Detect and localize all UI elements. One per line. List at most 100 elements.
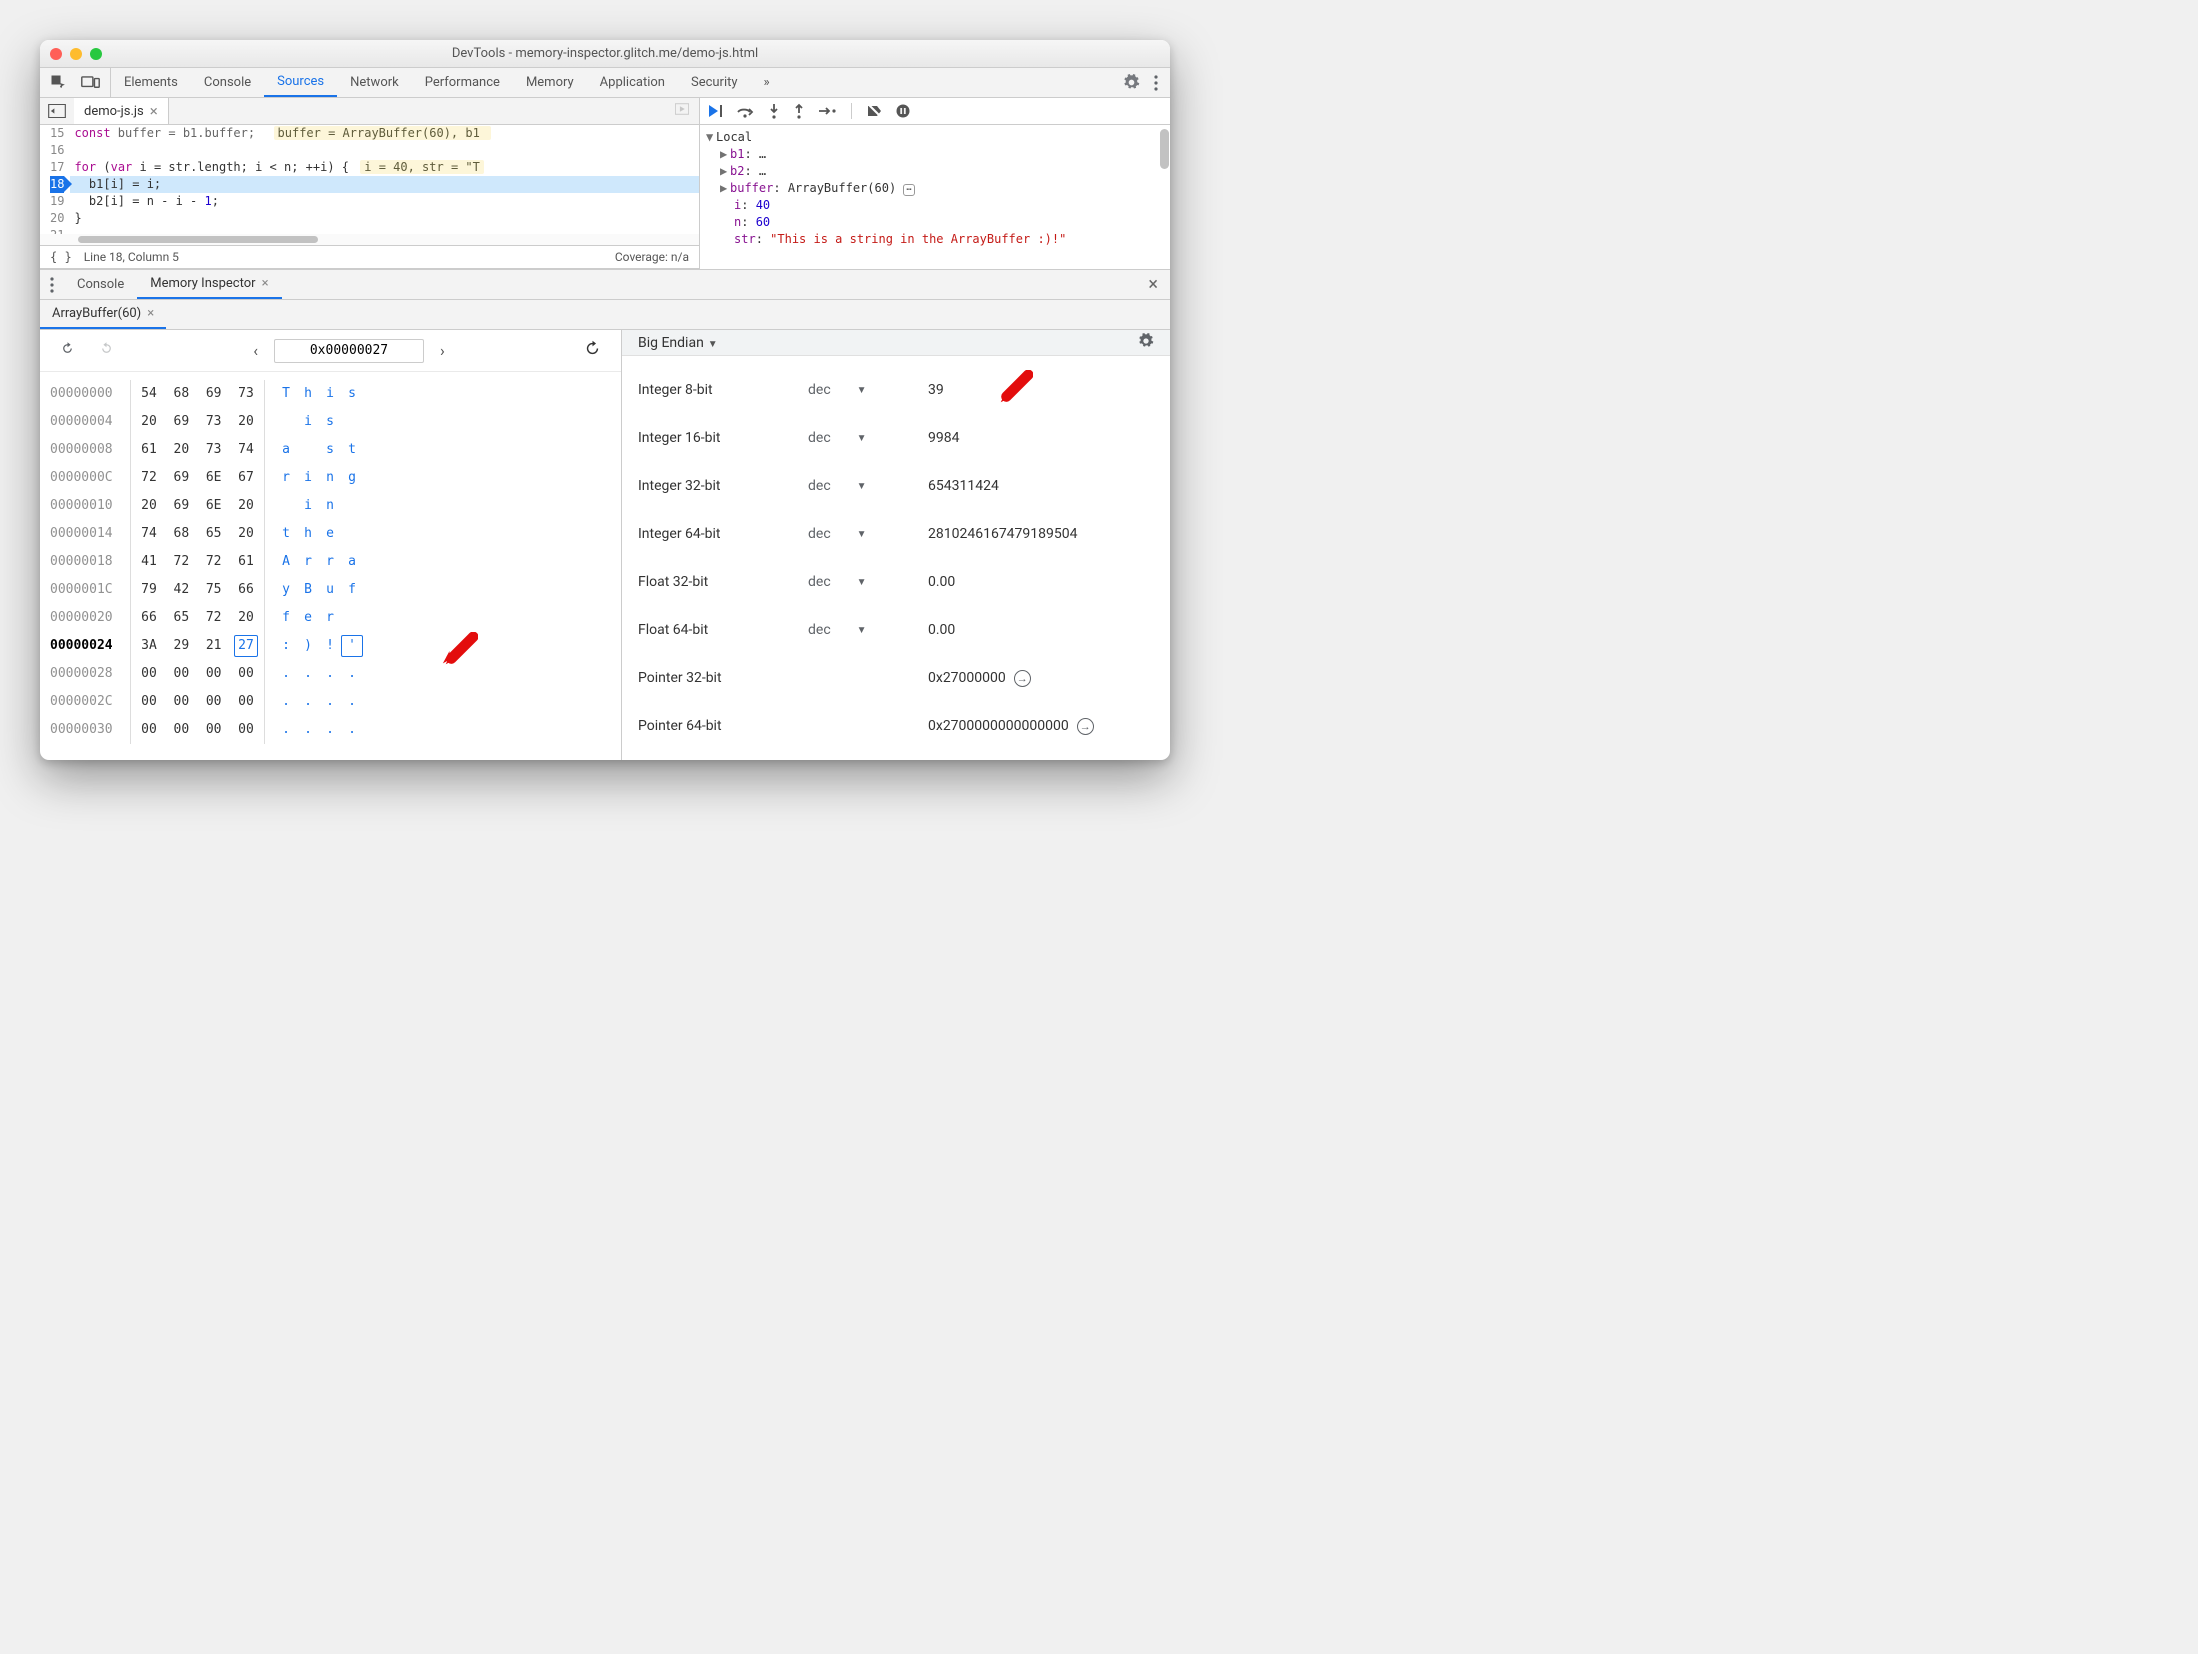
hex-offset[interactable]: 00000008 <box>50 436 130 464</box>
step-over-button[interactable] <box>737 104 755 118</box>
hex-offset[interactable]: 0000002C <box>50 688 130 716</box>
hex-ascii[interactable]: i <box>297 464 319 492</box>
hex-ascii[interactable]: . <box>341 660 363 688</box>
hex-ascii[interactable] <box>341 604 363 632</box>
hex-ascii[interactable]: n <box>319 464 341 492</box>
hex-byte[interactable]: 00 <box>137 716 161 744</box>
close-tab-icon[interactable]: × <box>147 306 154 321</box>
hex-byte[interactable]: 72 <box>202 604 226 632</box>
hex-ascii[interactable] <box>341 408 363 436</box>
hex-ascii[interactable] <box>297 436 319 464</box>
hex-byte[interactable]: 73 <box>202 408 226 436</box>
hex-byte[interactable]: 68 <box>169 380 193 408</box>
hex-byte[interactable]: 00 <box>169 660 193 688</box>
hex-byte[interactable]: 6E <box>202 492 226 520</box>
hex-byte[interactable]: 00 <box>202 716 226 744</box>
hex-offset[interactable]: 00000024 <box>50 632 130 660</box>
kebab-menu-icon[interactable] <box>1154 75 1158 91</box>
hex-ascii[interactable]: B <box>297 576 319 604</box>
hex-ascii[interactable]: a <box>275 436 297 464</box>
hex-ascii[interactable]: . <box>275 688 297 716</box>
value-repr-select[interactable]: dec▼ <box>808 526 928 542</box>
address-next-icon[interactable]: › <box>432 337 453 364</box>
hex-ascii[interactable] <box>341 520 363 548</box>
hex-ascii[interactable]: e <box>319 520 341 548</box>
hex-ascii[interactable]: f <box>341 576 363 604</box>
refresh-icon[interactable] <box>576 336 609 365</box>
hex-ascii[interactable]: y <box>275 576 297 604</box>
hex-ascii[interactable]: : <box>275 632 297 660</box>
tabs-overflow[interactable]: » <box>751 68 783 97</box>
line-number[interactable]: 19 <box>50 193 64 210</box>
tab-console[interactable]: Console <box>191 68 264 97</box>
hex-offset[interactable]: 00000020 <box>50 604 130 632</box>
hex-ascii[interactable]: . <box>275 716 297 744</box>
hex-offset[interactable]: 00000000 <box>50 380 130 408</box>
source-tab-demo-js[interactable]: demo-js.js × <box>74 98 169 124</box>
device-toolbar-icon[interactable] <box>81 75 100 90</box>
line-number[interactable]: 16 <box>50 142 64 159</box>
hex-byte[interactable]: 00 <box>202 660 226 688</box>
hex-byte[interactable]: 65 <box>169 604 193 632</box>
hex-offset[interactable]: 00000014 <box>50 520 130 548</box>
hex-ascii[interactable]: a <box>341 548 363 576</box>
pretty-print-icon[interactable]: { } <box>50 250 72 264</box>
line-number[interactable]: 20 <box>50 210 64 227</box>
hex-ascii[interactable]: i <box>319 380 341 408</box>
hex-byte[interactable]: 69 <box>169 464 193 492</box>
hex-ascii[interactable]: . <box>319 716 341 744</box>
step-out-button[interactable] <box>793 103 805 119</box>
hex-byte[interactable]: 20 <box>234 520 258 548</box>
hex-ascii[interactable]: s <box>319 436 341 464</box>
hex-byte[interactable]: 41 <box>137 548 161 576</box>
hex-byte[interactable]: 72 <box>137 464 161 492</box>
line-number[interactable]: 15 <box>50 125 64 142</box>
hex-byte[interactable]: 21 <box>202 632 226 660</box>
step-into-button[interactable] <box>768 103 780 119</box>
drawer-tab-memory-inspector[interactable]: Memory Inspector× <box>137 270 281 299</box>
hex-ascii[interactable]: n <box>319 492 341 520</box>
hex-offset[interactable]: 00000010 <box>50 492 130 520</box>
hex-ascii[interactable]: . <box>297 660 319 688</box>
hex-byte[interactable]: 74 <box>234 436 258 464</box>
hex-byte[interactable]: 65 <box>202 520 226 548</box>
deactivate-breakpoints-button[interactable] <box>867 104 883 118</box>
tab-sources[interactable]: Sources <box>264 68 337 97</box>
pause-on-exceptions-button[interactable] <box>896 104 910 118</box>
value-repr-select[interactable]: dec▼ <box>808 382 928 398</box>
hex-ascii[interactable]: . <box>341 688 363 716</box>
hex-ascii[interactable]: i <box>297 408 319 436</box>
hex-byte[interactable]: 66 <box>234 576 258 604</box>
hex-ascii[interactable]: r <box>319 604 341 632</box>
hex-byte[interactable]: 61 <box>137 436 161 464</box>
hex-offset[interactable]: 00000028 <box>50 660 130 688</box>
hex-ascii[interactable] <box>341 492 363 520</box>
hex-byte[interactable]: 42 <box>169 576 193 604</box>
hex-byte[interactable]: 00 <box>169 716 193 744</box>
close-tab-icon[interactable]: × <box>150 102 158 120</box>
tab-application[interactable]: Application <box>587 68 678 97</box>
drawer-tab-console[interactable]: Console <box>64 270 137 299</box>
drawer-close-icon[interactable]: × <box>1136 270 1170 299</box>
hex-byte[interactable]: 29 <box>169 632 193 660</box>
hex-ascii[interactable] <box>275 492 297 520</box>
hex-ascii[interactable]: r <box>275 464 297 492</box>
hex-byte[interactable]: 6E <box>202 464 226 492</box>
hex-byte[interactable]: 00 <box>234 660 258 688</box>
address-prev-icon[interactable]: ‹ <box>245 337 266 364</box>
hex-ascii[interactable]: u <box>319 576 341 604</box>
hex-byte[interactable]: 20 <box>169 436 193 464</box>
hex-byte[interactable]: 20 <box>234 492 258 520</box>
hex-ascii[interactable]: g <box>341 464 363 492</box>
value-repr-select[interactable]: dec▼ <box>808 622 928 638</box>
hex-byte[interactable]: 79 <box>137 576 161 604</box>
value-repr-select[interactable]: dec▼ <box>808 430 928 446</box>
hex-ascii[interactable]: r <box>297 548 319 576</box>
step-button[interactable] <box>818 105 836 117</box>
settings-gear-icon[interactable] <box>1123 74 1140 91</box>
tab-memory[interactable]: Memory <box>513 68 587 97</box>
scope-variables[interactable]: ▼Local ▶b1: … ▶b2: … ▶buffer: ArrayBuffe… <box>700 125 1170 269</box>
horizontal-scrollbar[interactable] <box>40 234 699 245</box>
hex-ascii[interactable]: A <box>275 548 297 576</box>
hex-ascii[interactable]: ) <box>297 632 319 660</box>
